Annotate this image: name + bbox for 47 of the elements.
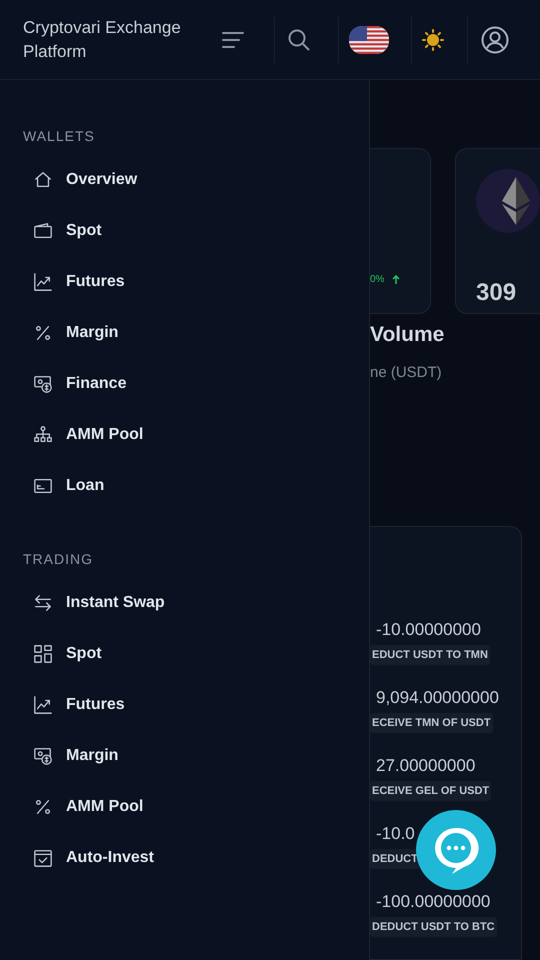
- grid-icon: [33, 644, 53, 664]
- cash-icon: [33, 374, 53, 394]
- amount-text: -10.0: [375, 823, 416, 845]
- transaction-badge: ECEIVE GEL OF USDT: [370, 781, 492, 801]
- calendar-icon: [33, 848, 53, 868]
- section-heading: Volume: [370, 322, 446, 348]
- network-icon: [33, 424, 53, 444]
- nav-item[interactable]: Finance: [0, 358, 369, 409]
- nav-item[interactable]: Spot: [0, 205, 369, 256]
- nav-item[interactable]: Futures: [0, 679, 369, 730]
- site-title: Cryptovari Exchange Platform: [22, 16, 182, 62]
- nav-item[interactable]: Margin: [0, 730, 369, 781]
- chart-icon: [33, 272, 53, 292]
- transaction-badge: DEDUCT USDT TO BTC: [370, 917, 497, 937]
- flag-icon[interactable]: [349, 26, 389, 54]
- nav-item[interactable]: Futures: [0, 256, 369, 307]
- nav-item[interactable]: AMM Pool: [0, 409, 369, 460]
- transaction-badge: DEDUCT: [370, 849, 420, 869]
- section-heading: WALLETS: [22, 127, 96, 146]
- transaction-badge: ECEIVE TMN OF USDT: [370, 713, 493, 733]
- user-icon[interactable]: [481, 26, 509, 54]
- wallet-icon: [33, 220, 53, 240]
- chart-icon: [33, 694, 53, 714]
- nav-item[interactable]: Auto-Invest: [0, 832, 369, 883]
- amount-text: -100.00000000: [375, 891, 492, 913]
- change-text: 0%: [370, 272, 384, 286]
- section-heading: TRADING: [22, 550, 94, 569]
- nav-item[interactable]: Margin: [0, 307, 369, 358]
- sun-icon[interactable]: [422, 28, 444, 50]
- nav-item[interactable]: AMM Pool: [0, 781, 369, 832]
- stat-value: 309: [476, 278, 518, 308]
- section-subtitle: ne (USDT): [370, 362, 443, 382]
- menu-icon[interactable]: [222, 30, 244, 48]
- chat-bubble-icon: [432, 825, 480, 875]
- house-icon: [33, 170, 53, 190]
- swap-icon: [33, 592, 53, 612]
- nav-item[interactable]: Overview: [0, 154, 369, 205]
- transaction-badge: EDUCT USDT TO TMN: [370, 645, 490, 665]
- amount-text: -10.00000000: [375, 619, 482, 641]
- nav-item[interactable]: Spot: [0, 628, 369, 679]
- arrow-up-icon: [392, 274, 400, 284]
- search-icon[interactable]: [287, 28, 311, 52]
- nav-item[interactable]: Loan: [0, 460, 369, 511]
- amount-text: 9,094.00000000: [375, 687, 498, 709]
- amount-text: 27.00000000: [375, 755, 476, 777]
- nav-item[interactable]: Instant Swap: [0, 577, 369, 628]
- cash-icon: [33, 746, 53, 766]
